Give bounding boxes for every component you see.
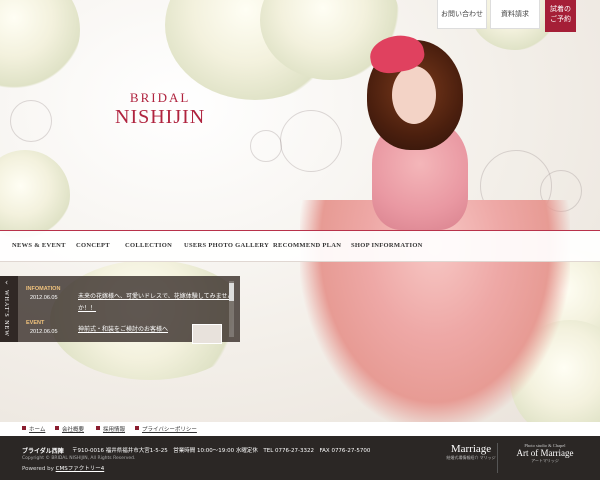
rose-decoration (0, 150, 70, 240)
footer-link-home[interactable]: ホーム (29, 425, 45, 433)
marriage-logo[interactable]: Marriage 結婚式場情報紹介 マリッジ (445, 443, 498, 473)
footer-link-company[interactable]: 会社概要 (62, 425, 84, 433)
news-title-line: 未来の花嫁様へ、可愛いドレスで、花嫁体験してみません (78, 293, 234, 300)
footer: ブライダル西陣 〒910-0016 福井県福井市大宮1-5-25 営業時間 10… (0, 436, 600, 480)
chevron-left-icon[interactable]: ‹ (5, 278, 8, 287)
nav-concept[interactable]: CONCEPT (76, 242, 110, 249)
news-title-line: か！！ (78, 305, 97, 312)
swirl-decoration (280, 110, 342, 172)
art-logo-main: Art of Marriage (516, 448, 574, 458)
marriage-logo-main: Marriage (450, 443, 492, 455)
swirl-decoration (10, 100, 52, 142)
square-bullet-icon (22, 426, 26, 430)
brand-logo[interactable]: BRIDAL NISHIJIN (115, 90, 205, 129)
art-of-marriage-logo[interactable]: Photo studio & Chapel Art of Marriage アー… (505, 443, 585, 473)
footer-powered-by: Powered by CMSファクトリー4 (22, 464, 104, 472)
hero-image (0, 0, 600, 422)
square-bullet-icon (135, 426, 139, 430)
nav-users-photo-gallery[interactable]: USERS PHOTO GALLERY (184, 242, 269, 249)
news-thumbnail[interactable] (192, 324, 222, 344)
brand-small: BRIDAL (129, 90, 191, 105)
news-scrollbar[interactable] (229, 281, 234, 337)
nav-news-event[interactable]: NEWS & EVENT (12, 242, 66, 249)
whats-new-tab[interactable]: ‹ WHAT'S NEW (0, 276, 18, 342)
whats-new-label: WHAT'S NEW (3, 290, 9, 337)
swirl-decoration (250, 130, 282, 162)
footer-link-recruit[interactable]: 採用情報 (103, 425, 125, 433)
powered-link[interactable]: CMSファクトリー4 (56, 466, 105, 472)
fitting-reservation-button[interactable]: 試着の ご予約 (545, 0, 576, 32)
footer-address: 〒910-0016 福井県福井市大宮1-5-25 営業時間 10:00～19:0… (72, 448, 371, 454)
contact-button[interactable]: お問い合わせ (437, 0, 487, 29)
reserve-line2: ご予約 (550, 15, 571, 23)
news-title-link[interactable]: 神前式・和装をご検討のお客様へ (78, 324, 168, 336)
marriage-logo-sub: 結婚式場情報紹介 マリッジ (446, 455, 496, 460)
art-logo-sub: アートマリッジ (531, 458, 559, 463)
nav-recommend-plan[interactable]: RECOMMEND PLAN (273, 242, 341, 249)
whats-new-panel: ‹ WHAT'S NEW INFOMATION 2012.06.05 未来の花嫁… (0, 276, 240, 344)
square-bullet-icon (96, 426, 100, 430)
brand-big: NISHIJIN (115, 106, 206, 128)
news-date: 2012.06.05 (30, 329, 58, 335)
square-bullet-icon (55, 426, 59, 430)
news-date: 2012.06.05 (30, 295, 58, 301)
news-category: INFOMATION (26, 286, 61, 292)
rose-decoration (0, 0, 80, 90)
news-title-link[interactable]: 未来の花嫁様へ、可愛いドレスで、花嫁体験してみません か！！ (78, 291, 233, 315)
footer-copyright: Copyright © BRIDAL NISHIJIN, All Rights … (22, 456, 136, 461)
news-category: EVENT (26, 320, 45, 326)
nav-shop-information[interactable]: SHOP INFORMATION (351, 242, 423, 249)
footer-links: ホーム 会社概要 採用情報 プライバシーポリシー (0, 422, 600, 436)
brochure-button[interactable]: 資料請求 (490, 0, 540, 29)
main-nav: NEWS & EVENT CONCEPT COLLECTION USERS PH… (0, 230, 600, 262)
scrollbar-thumb[interactable] (229, 283, 234, 301)
model-face (392, 66, 436, 124)
footer-company-name: ブライダル西陣 (22, 448, 64, 455)
footer-link-privacy[interactable]: プライバシーポリシー (142, 425, 197, 433)
powered-prefix: Powered by (22, 466, 56, 472)
nav-collection[interactable]: COLLECTION (125, 242, 172, 249)
reserve-line1: 試着の (550, 5, 571, 13)
